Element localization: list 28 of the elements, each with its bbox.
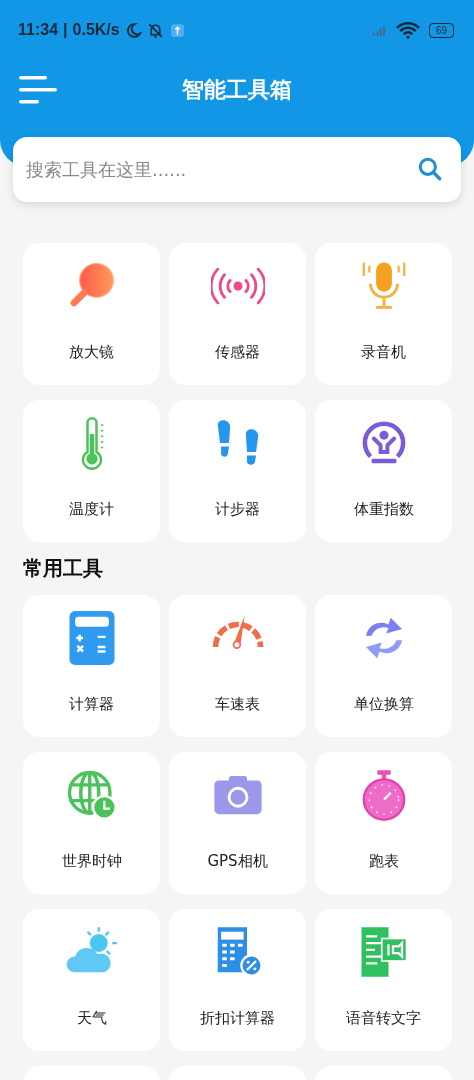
tool-button[interactable]: 单位换算 xyxy=(315,595,452,737)
app-notification-icon xyxy=(168,21,186,39)
menu-button[interactable] xyxy=(18,74,58,106)
tool-button[interactable]: 体重指数 xyxy=(315,400,452,542)
tool-button[interactable]: 传感器 xyxy=(169,243,306,385)
tool-button[interactable]: 世界时钟 xyxy=(23,752,160,894)
tool-button[interactable]: 折扣计算器 xyxy=(169,909,306,1051)
search-icon[interactable] xyxy=(417,156,443,182)
status-time: 11:34 xyxy=(18,21,59,39)
tool-button[interactable]: 放大镜 xyxy=(23,243,160,385)
tool-button[interactable]: 天气 xyxy=(23,909,160,1051)
bell-off-icon xyxy=(146,21,164,39)
tool-button[interactable]: 计步器 xyxy=(169,400,306,542)
tool-button[interactable]: 跑表 xyxy=(315,752,452,894)
network-speed: 0.5K/s xyxy=(72,21,120,39)
tool-button[interactable]: 车速表 xyxy=(169,595,306,737)
wifi-icon xyxy=(395,21,420,39)
battery-indicator: 69 xyxy=(428,22,454,38)
search-field[interactable]: 搜索工具在这里...... xyxy=(13,137,461,202)
tool-button[interactable]: 计算器 xyxy=(23,595,160,737)
tool-button[interactable]: 录音机 xyxy=(315,243,452,385)
app-title: 智能工具箱 xyxy=(182,76,292,104)
status-separator: | xyxy=(63,21,68,39)
tool-button[interactable]: 温度计 xyxy=(23,400,160,542)
tool-button[interactable]: GPS相机 xyxy=(169,752,306,894)
tool-button[interactable]: 语音转文字 xyxy=(315,909,452,1051)
moon-icon xyxy=(124,21,142,39)
section-title: 常用工具 xyxy=(23,556,104,580)
